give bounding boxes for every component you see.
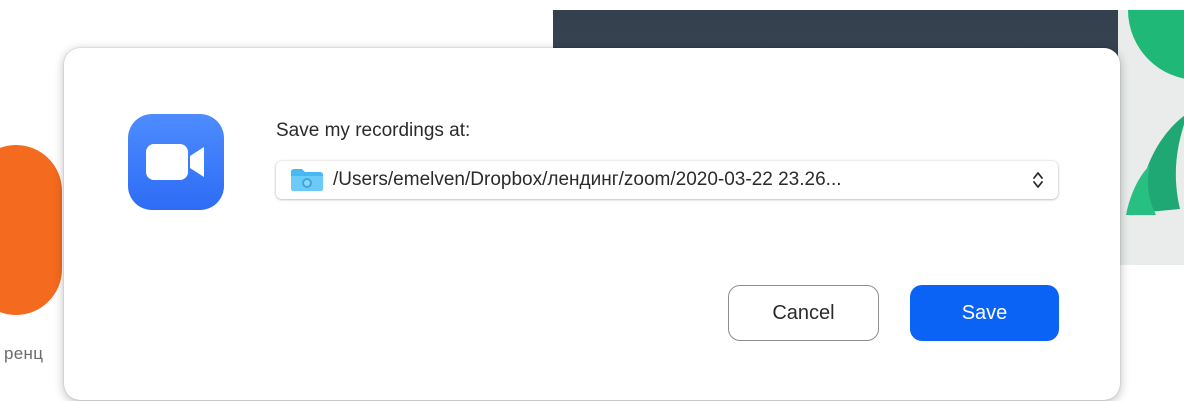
background-label: ренц bbox=[4, 344, 44, 363]
screen: ренц Save my recordings at: /Users/emelv… bbox=[0, 0, 1184, 401]
save-location-label: Save my recordings at: bbox=[276, 120, 471, 141]
folder-icon bbox=[290, 168, 324, 192]
background-window-thumbnail bbox=[1118, 10, 1184, 265]
background-green-shape bbox=[1128, 10, 1184, 80]
save-location-popup[interactable]: /Users/emelven/Dropbox/лендинг/zoom/2020… bbox=[276, 161, 1058, 199]
cancel-button[interactable]: Cancel bbox=[728, 285, 879, 341]
chevron-up-down-icon bbox=[1028, 168, 1048, 192]
background-orange-icon bbox=[0, 145, 62, 315]
save-button[interactable]: Save bbox=[910, 285, 1059, 341]
save-location-path: /Users/emelven/Dropbox/лендинг/zoom/2020… bbox=[333, 169, 842, 190]
zoom-video-camera-icon bbox=[128, 114, 224, 210]
background-leaf-graphic bbox=[1126, 116, 1184, 215]
save-recordings-dialog: Save my recordings at: /Users/emelven/Dr… bbox=[64, 48, 1120, 400]
